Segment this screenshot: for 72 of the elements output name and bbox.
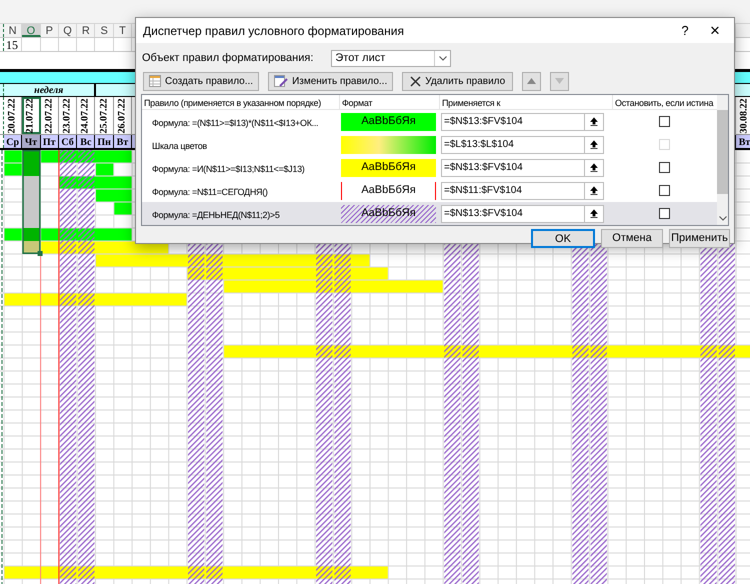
column-header: Применяется к xyxy=(442,96,500,108)
collapse-icon[interactable] xyxy=(590,209,598,218)
day-label: Ср xyxy=(4,135,22,148)
rule-row[interactable]: Формула: =ДЕНЬНЕД(N$11;2)>5 AaBbБбЯя =$N$13:$FV$104 xyxy=(142,202,717,225)
date-label: 26.07.22 xyxy=(117,98,128,133)
date-label: 23.07.22 xyxy=(62,98,73,133)
scrollbar-thumb[interactable] xyxy=(717,110,728,194)
help-button[interactable]: ? xyxy=(670,18,700,43)
edit-rule-button[interactable]: Изменить правило... xyxy=(268,72,394,90)
dialog-button[interactable]: Применить xyxy=(669,229,730,248)
column-header[interactable]: O xyxy=(22,24,41,37)
move-up-button[interactable] xyxy=(522,72,542,90)
rule-text: Формула: =И(N$11>=$I13;N$11<=$J13) xyxy=(152,164,304,174)
rule-text: Формула: =N$11=СЕГОДНЯ() xyxy=(152,186,268,196)
column-header[interactable]: S xyxy=(95,24,114,37)
date-label: 20.07.22 xyxy=(8,98,18,133)
stop-checkbox[interactable] xyxy=(659,162,670,173)
close-button[interactable]: × xyxy=(700,18,730,43)
date-label: 22.07.22 xyxy=(44,98,54,133)
day-label: Сб xyxy=(58,135,78,148)
format-preview: AaBbБбЯя xyxy=(341,182,436,200)
scroll-down-icon[interactable] xyxy=(718,216,726,220)
dialog-button[interactable]: OK xyxy=(531,229,595,248)
collapse-icon[interactable] xyxy=(590,186,598,195)
column-header[interactable]: Q xyxy=(58,24,78,37)
scope-label: Объект правил форматирования: xyxy=(142,50,314,66)
dialog-button[interactable]: Отмена xyxy=(601,229,663,248)
range-field[interactable]: =$N$13:$FV$104 xyxy=(441,204,604,222)
stop-checkbox[interactable] xyxy=(659,185,670,196)
date-label: 21.07.22 xyxy=(26,98,36,133)
collapse-icon[interactable] xyxy=(590,163,598,172)
week-label: неделя xyxy=(4,84,96,96)
day-label: Вт xyxy=(736,135,750,148)
range-field[interactable]: =$N$11:$FV$104 xyxy=(441,182,604,200)
day-label: Чт xyxy=(22,135,41,148)
range-field[interactable]: =$N$13:$FV$104 xyxy=(441,158,604,176)
new-rule-button[interactable]: Создать правило... xyxy=(143,72,260,90)
date-label: 30.08.22 xyxy=(740,98,750,133)
column-header: Остановить, если истина xyxy=(615,96,714,108)
caret-icon xyxy=(438,56,447,60)
column-header[interactable]: T xyxy=(114,24,132,37)
format-preview: AaBbБбЯя xyxy=(341,112,436,130)
delete-rule-button[interactable]: Удалить правило xyxy=(402,72,514,90)
format-preview: AaBbБбЯя xyxy=(341,204,436,222)
scope-dropdown[interactable]: Этот лист xyxy=(331,50,452,66)
delete-icon xyxy=(410,76,422,86)
stop-checkbox[interactable] xyxy=(659,116,670,127)
window-title: Диспетчер правил условного форматирования xyxy=(143,22,404,40)
range-field[interactable]: =$L$13:$L$104 xyxy=(441,136,604,154)
day-label: Вс xyxy=(77,135,96,148)
range-field[interactable]: =$N$13:$FV$104 xyxy=(441,112,604,130)
rule-text: Формула: =ДЕНЬНЕД(N$11;2)>5 xyxy=(152,210,280,220)
rule-text: Формула: =(N$11>=$I13)*(N$11<$I13+ОК... xyxy=(152,118,318,128)
day-label: Вт xyxy=(114,135,132,148)
table-edit-icon xyxy=(274,75,288,87)
day-label: Пн xyxy=(95,135,114,148)
column-header: Правило (применяется в указанном порядке) xyxy=(144,96,321,108)
rule-text: Шкала цветов xyxy=(152,140,207,150)
day-label: Пт xyxy=(40,135,59,148)
down-arrow-icon xyxy=(555,78,564,84)
column-header[interactable]: P xyxy=(40,24,59,37)
collapse-icon[interactable] xyxy=(590,140,598,149)
column-header: Формат xyxy=(342,96,372,108)
table-cell: 15 xyxy=(4,38,22,51)
format-preview: AaBbБбЯя xyxy=(341,158,436,176)
up-arrow-icon xyxy=(527,78,536,84)
collapse-icon[interactable] xyxy=(590,117,598,126)
stop-checkbox[interactable] xyxy=(659,208,670,219)
table-icon xyxy=(149,75,161,87)
date-label: 25.07.22 xyxy=(99,98,110,133)
date-label: 24.07.22 xyxy=(80,98,91,133)
column-header[interactable]: R xyxy=(77,24,96,37)
